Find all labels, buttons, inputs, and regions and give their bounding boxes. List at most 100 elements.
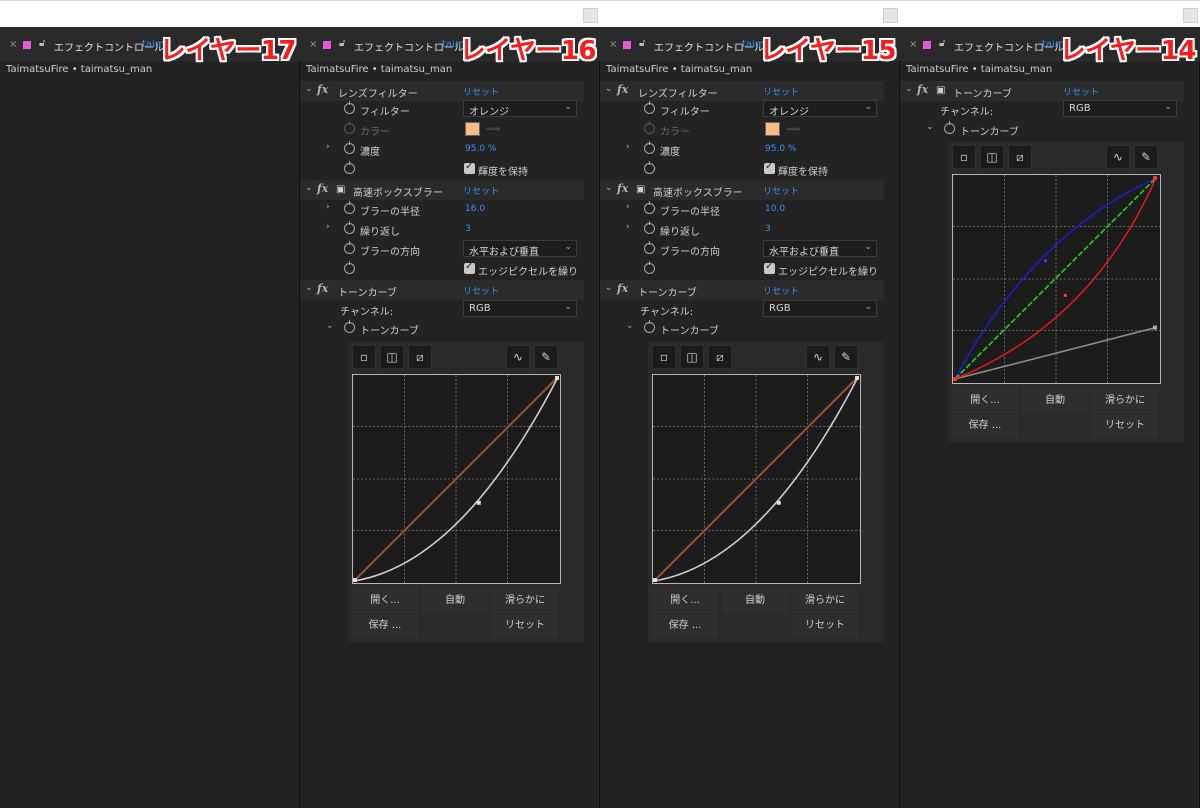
save-button[interactable]: 保存 ... <box>652 614 718 638</box>
panel-menu-button[interactable] <box>583 8 598 23</box>
smooth-button[interactable]: 滑らかに <box>1092 389 1158 413</box>
curve-control-point[interactable] <box>476 500 481 505</box>
curve-endpoint[interactable] <box>855 375 860 380</box>
small-graph-icon[interactable]: ▫ <box>952 145 976 169</box>
stopwatch-icon[interactable] <box>644 261 655 274</box>
stopwatch-icon[interactable] <box>344 141 355 154</box>
curve-tool-icon[interactable]: ∿ <box>506 345 530 369</box>
panel-menu-button[interactable] <box>883 8 898 23</box>
chevron-right-icon[interactable]: › <box>326 202 330 212</box>
medium-graph-icon[interactable]: ◫ <box>380 345 404 369</box>
chevron-right-icon[interactable]: › <box>626 202 630 212</box>
chevron-right-icon[interactable]: › <box>626 222 630 232</box>
chevron-down-icon[interactable]: ⌄ <box>905 84 913 94</box>
auto-button[interactable]: 自動 <box>422 589 488 613</box>
density-value[interactable]: 95.0 % <box>465 144 496 154</box>
stopwatch-icon[interactable] <box>344 161 355 174</box>
fx-icon[interactable]: fx <box>617 182 628 195</box>
open-button[interactable]: 開く... <box>652 589 718 613</box>
stopwatch-icon[interactable] <box>344 320 355 333</box>
curve-tool-icon[interactable]: ∿ <box>806 345 830 369</box>
reset-link[interactable]: リセット <box>463 284 499 297</box>
lock-icon[interactable]: 🔓︎ <box>639 38 645 49</box>
auto-button[interactable]: 自動 <box>1022 389 1088 413</box>
effect-header-curves[interactable]: ⌄ fx トーンカーブ リセット <box>600 280 884 300</box>
lock-icon[interactable]: 🔓︎ <box>39 38 45 49</box>
curve-control-point[interactable] <box>1044 259 1048 263</box>
stopwatch-icon[interactable] <box>344 241 355 254</box>
reset-link[interactable]: リセット <box>1063 85 1099 98</box>
smooth-button[interactable]: 滑らかに <box>492 589 558 613</box>
chevron-down-icon[interactable]: ⌄ <box>305 183 313 193</box>
smooth-button[interactable]: 滑らかに <box>792 589 858 613</box>
auto-button[interactable]: 自動 <box>722 589 788 613</box>
curve-endpoint[interactable] <box>555 375 560 380</box>
curve-endpoint[interactable] <box>353 578 357 583</box>
blur-radius-value[interactable]: 16.0 <box>465 204 485 214</box>
preserve-checkbox[interactable] <box>464 161 475 174</box>
fx-icon[interactable]: fx <box>317 83 328 96</box>
small-graph-icon[interactable]: ▫ <box>352 345 376 369</box>
stopwatch-icon[interactable] <box>644 201 655 214</box>
preserve-checkbox[interactable] <box>764 161 775 174</box>
chevron-right-icon[interactable]: › <box>326 222 330 232</box>
tone-curve-graph[interactable] <box>352 374 561 584</box>
stopwatch-icon[interactable] <box>644 221 655 234</box>
channel-dropdown[interactable]: RGB ⌄ <box>1063 100 1177 117</box>
direction-dropdown[interactable]: 水平および垂直 ⌄ <box>763 240 877 258</box>
chevron-down-icon[interactable]: ⌄ <box>605 283 613 293</box>
channel-dropdown[interactable]: RGB ⌄ <box>763 300 877 317</box>
close-icon[interactable]: × <box>309 39 317 50</box>
chevron-down-icon[interactable]: ⌄ <box>305 283 313 293</box>
fx-icon[interactable]: fx <box>317 182 328 195</box>
medium-graph-icon[interactable]: ◫ <box>680 345 704 369</box>
chevron-down-icon[interactable]: ⌄ <box>605 183 613 193</box>
lock-icon[interactable]: 🔓︎ <box>339 38 345 49</box>
curve-control-point[interactable] <box>776 500 781 505</box>
curve-control-point[interactable] <box>1063 293 1067 297</box>
edge-checkbox[interactable] <box>764 261 775 274</box>
fx-icon[interactable]: fx <box>617 282 628 295</box>
stopwatch-icon[interactable] <box>344 261 355 274</box>
effect-header-box-blur[interactable]: ⌄ fx ▣ 高速ボックスブラー リセット <box>600 180 884 200</box>
open-button[interactable]: 開く... <box>352 589 418 613</box>
chevron-down-icon[interactable]: ⌄ <box>926 122 934 132</box>
curve-tool-icon[interactable]: ∿ <box>1106 145 1130 169</box>
chevron-down-icon[interactable]: ⌄ <box>605 84 613 94</box>
lock-icon[interactable]: 🔓︎ <box>939 38 945 49</box>
channel-dropdown[interactable]: RGB ⌄ <box>463 300 577 317</box>
stopwatch-icon[interactable] <box>644 241 655 254</box>
iterations-value[interactable]: 3 <box>465 224 471 234</box>
small-graph-icon[interactable]: ▫ <box>652 345 676 369</box>
effect-header-lens-filter[interactable]: ⌄ fx レンズフィルター リセット <box>300 81 584 101</box>
stopwatch-icon[interactable] <box>344 101 355 114</box>
panel-menu-button[interactable] <box>1183 8 1198 23</box>
density-value[interactable]: 95.0 % <box>765 144 796 154</box>
stopwatch-icon[interactable] <box>344 201 355 214</box>
pencil-icon[interactable]: ✎ <box>834 345 858 369</box>
reset-link[interactable]: リセット <box>763 284 799 297</box>
open-button[interactable]: 開く... <box>952 389 1018 413</box>
curve-endpoint[interactable] <box>953 377 957 382</box>
filter-dropdown[interactable]: オレンジ ⌄ <box>763 100 877 118</box>
reset-button[interactable]: リセット <box>492 614 558 638</box>
reset-link[interactable]: リセット <box>763 85 799 98</box>
pencil-icon[interactable]: ✎ <box>1134 145 1158 169</box>
direction-dropdown[interactable]: 水平および垂直 ⌄ <box>463 240 577 258</box>
reset-button[interactable]: リセット <box>792 614 858 638</box>
chevron-down-icon[interactable]: ⌄ <box>326 321 334 331</box>
large-graph-icon[interactable]: ⧄ <box>1008 145 1032 169</box>
edge-checkbox[interactable] <box>464 261 475 274</box>
reset-link[interactable]: リセット <box>463 184 499 197</box>
large-graph-icon[interactable]: ⧄ <box>708 345 732 369</box>
pencil-icon[interactable]: ✎ <box>534 345 558 369</box>
chevron-right-icon[interactable]: › <box>626 142 630 152</box>
large-graph-icon[interactable]: ⧄ <box>408 345 432 369</box>
curve-endpoint[interactable] <box>653 578 657 583</box>
stopwatch-icon[interactable] <box>644 141 655 154</box>
reset-button[interactable]: リセット <box>1092 414 1158 438</box>
curve-endpoint[interactable] <box>1153 175 1158 180</box>
stopwatch-icon[interactable] <box>644 101 655 114</box>
stopwatch-icon[interactable] <box>944 121 955 134</box>
close-icon[interactable]: × <box>609 39 617 50</box>
